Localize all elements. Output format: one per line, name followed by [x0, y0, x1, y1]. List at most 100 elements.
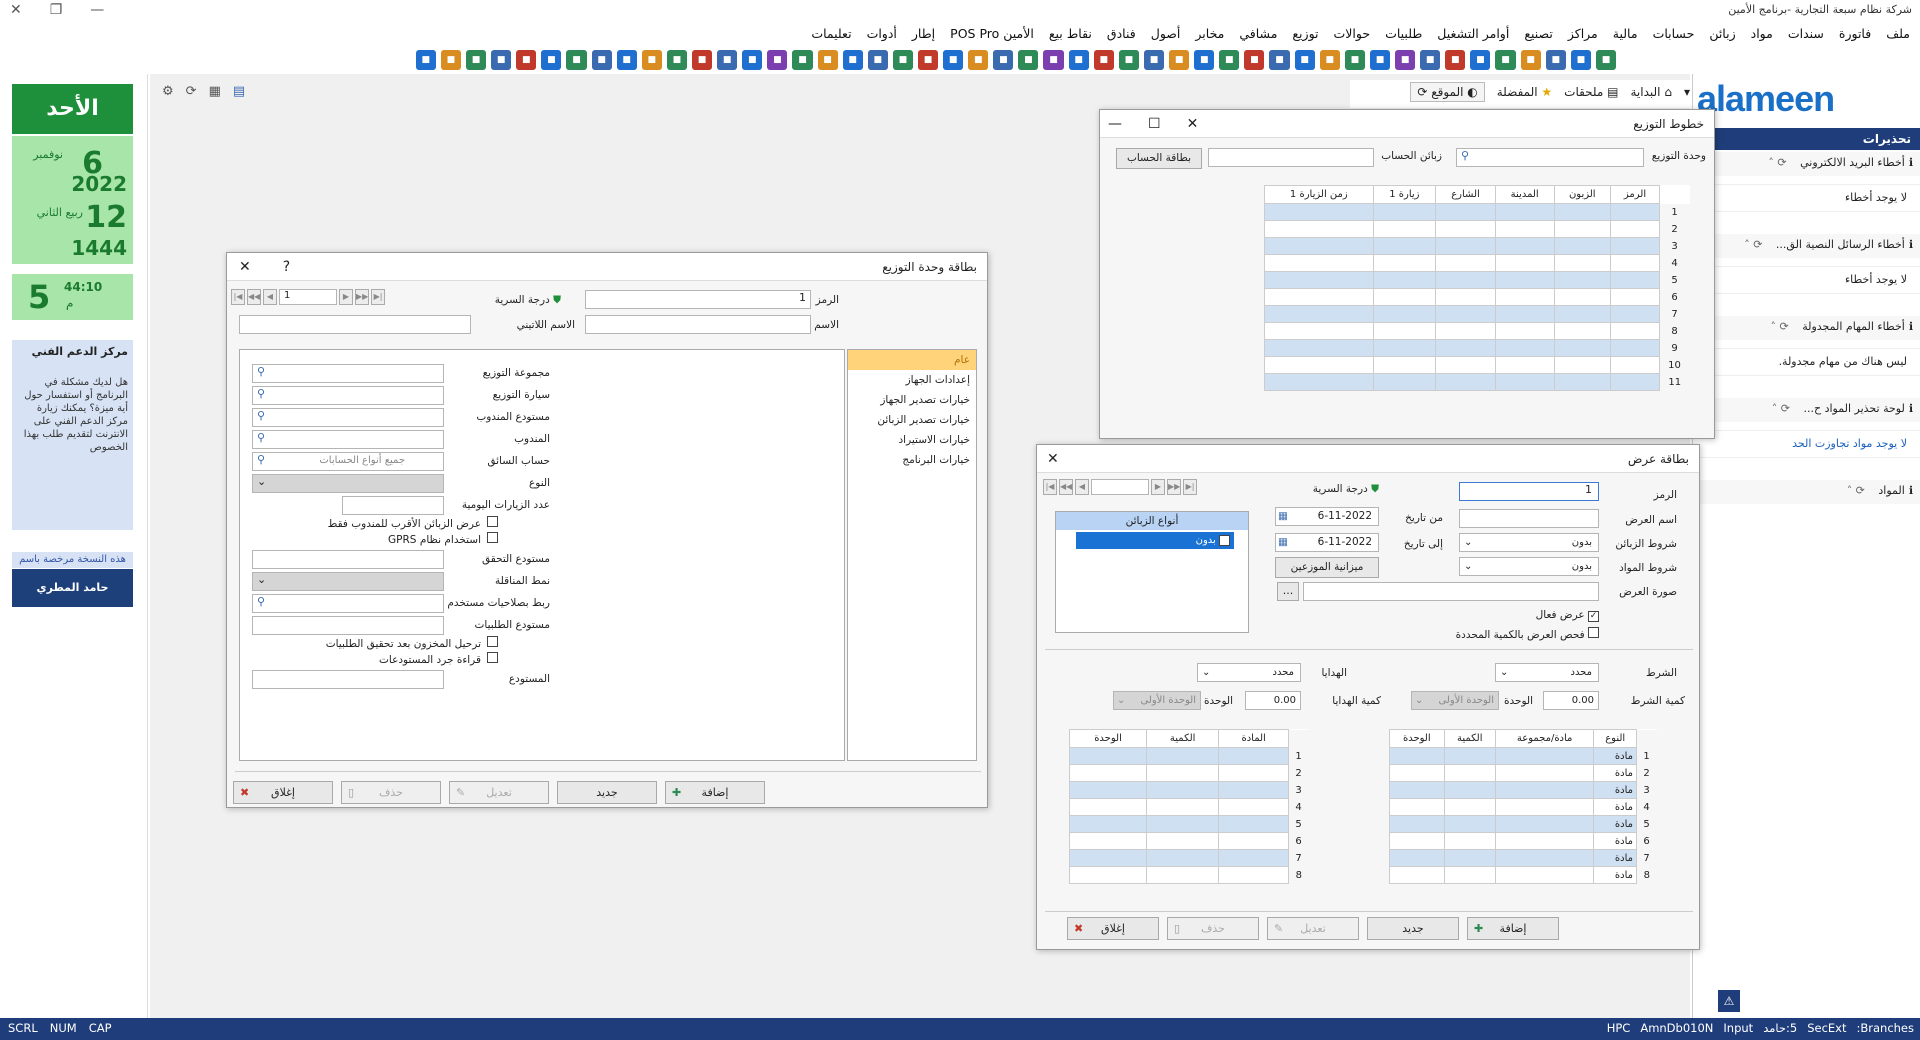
- grid-cell[interactable]: [1389, 747, 1445, 765]
- menu-item[interactable]: أصول: [1151, 26, 1181, 41]
- grid-cell[interactable]: [1146, 815, 1220, 833]
- grid-cell[interactable]: [1443, 764, 1496, 782]
- grid-cell[interactable]: [1494, 798, 1595, 816]
- grid-cell[interactable]: [1435, 220, 1496, 238]
- gifts-select[interactable]: محدد ⌄: [1197, 663, 1301, 682]
- prev-page-icon[interactable]: ◀◀: [1059, 479, 1073, 495]
- toolbar-tool-icon[interactable]: ■: [1520, 50, 1541, 70]
- menu-item[interactable]: أوامر التشغيل: [1437, 26, 1509, 41]
- side-item[interactable]: إعدادات الجهاز: [848, 370, 976, 390]
- toolbar-tool-icon[interactable]: ■: [465, 50, 487, 70]
- grid-cell[interactable]: [1609, 305, 1661, 323]
- table-row[interactable]: مادة 6: [1389, 832, 1657, 850]
- close-icon[interactable]: ✕: [1047, 445, 1059, 473]
- menu-item[interactable]: فاتورة: [1839, 26, 1871, 41]
- dropdown-icon[interactable]: ▾: [1684, 85, 1690, 99]
- grid-cell[interactable]: مادة: [1593, 764, 1637, 782]
- grid-cell[interactable]: [1372, 203, 1437, 221]
- maximize-icon[interactable]: ☐: [1148, 110, 1161, 138]
- checkbox-row[interactable]: عرض الزبائن الأقرب للمندوب فقط: [328, 516, 498, 530]
- grid-cell[interactable]: [1553, 373, 1611, 391]
- grid-cell[interactable]: [1069, 781, 1148, 799]
- grid-cell[interactable]: مادة: [1593, 747, 1637, 765]
- grid-cell[interactable]: [1494, 271, 1555, 289]
- grid-cell[interactable]: مادة: [1593, 798, 1637, 816]
- grid-cell[interactable]: [1609, 339, 1661, 357]
- customer-conditions-select[interactable]: بدون ⌄: [1459, 533, 1599, 552]
- grid-cell[interactable]: [1372, 373, 1437, 391]
- grid-cell[interactable]: [1389, 764, 1445, 782]
- grid-column-header[interactable]: مادة/مجموعة: [1494, 729, 1595, 748]
- close-icon[interactable]: ✕: [239, 253, 251, 281]
- grid-cell[interactable]: [1146, 747, 1220, 765]
- type-input[interactable]: ⌄: [252, 474, 444, 493]
- grid-cell[interactable]: [1372, 305, 1437, 323]
- grid-cell[interactable]: [1389, 849, 1445, 867]
- toolbar-tool-icon[interactable]: ■: [591, 50, 612, 70]
- toolbar-tool-icon[interactable]: ■: [1395, 50, 1416, 70]
- toolbar-tool-icon[interactable]: ■: [1545, 50, 1566, 70]
- grid-cell[interactable]: [1609, 288, 1661, 306]
- grid-cell[interactable]: [1609, 237, 1661, 255]
- table-row[interactable]: 9: [1264, 339, 1690, 357]
- help-icon[interactable]: ?: [283, 253, 290, 281]
- store-input[interactable]: [252, 670, 444, 689]
- grid-cell[interactable]: [1443, 866, 1496, 884]
- grid-cell[interactable]: [1372, 271, 1437, 289]
- grid-cell[interactable]: [1609, 373, 1661, 391]
- grid-cell[interactable]: [1372, 288, 1437, 306]
- grid-cell[interactable]: [1218, 815, 1289, 833]
- grid-cell[interactable]: [1389, 781, 1445, 799]
- close-button[interactable]: ✖ إغلاق: [1067, 917, 1159, 940]
- grid-cell[interactable]: [1494, 373, 1555, 391]
- grid-cell[interactable]: [1146, 781, 1220, 799]
- toolbar-tool-icon[interactable]: ■: [1269, 50, 1290, 70]
- grid-cell[interactable]: [1264, 305, 1374, 323]
- grid-cell[interactable]: [1389, 866, 1445, 884]
- grid-cell[interactable]: [1264, 288, 1374, 306]
- menu-item[interactable]: ملف: [1886, 26, 1910, 41]
- next-record-icon[interactable]: ▶: [339, 289, 353, 305]
- grid-cell[interactable]: [1069, 832, 1148, 850]
- menu-item[interactable]: مالية: [1613, 26, 1638, 41]
- toolbar-tool-icon[interactable]: ■: [1219, 50, 1240, 70]
- grid-cell[interactable]: [1389, 798, 1445, 816]
- menu-item[interactable]: مراكز: [1568, 26, 1598, 41]
- grid-cell[interactable]: [1553, 220, 1611, 238]
- checkbox-row[interactable]: ترحيل المخزون بعد تحقيق الطلبيات: [326, 636, 498, 650]
- grid-cell[interactable]: [1609, 220, 1661, 238]
- grid-view-icon[interactable]: ▦: [209, 84, 221, 99]
- add-button[interactable]: ✚ إضافة: [1467, 917, 1559, 940]
- offer-record-number-input[interactable]: [1091, 479, 1149, 495]
- grid-cell[interactable]: [1264, 254, 1374, 272]
- next-page-icon[interactable]: ▶▶: [1167, 479, 1181, 495]
- grid-cell[interactable]: مادة: [1593, 815, 1637, 833]
- table-row[interactable]: 1: [1264, 203, 1690, 221]
- grid-cell[interactable]: [1435, 254, 1496, 272]
- grid-cell[interactable]: [1069, 849, 1148, 867]
- grid-cell[interactable]: [1494, 203, 1555, 221]
- latin-name-input[interactable]: [239, 315, 471, 334]
- expand-icon[interactable]: ⟳ ˄: [1770, 320, 1792, 333]
- grid-cell[interactable]: [1553, 237, 1611, 255]
- grid-cell[interactable]: [1372, 339, 1437, 357]
- grid-cell[interactable]: [1494, 764, 1595, 782]
- grid-cell[interactable]: [1069, 798, 1148, 816]
- code-input[interactable]: 1: [585, 290, 811, 309]
- group-input[interactable]: ⚲: [252, 364, 444, 383]
- table-row[interactable]: 3: [1264, 237, 1690, 255]
- customer-type-item[interactable]: بدون: [1076, 532, 1234, 549]
- toolbar-tool-icon[interactable]: ■: [1043, 50, 1064, 70]
- tab-site[interactable]: ◐ الموقع ⟳: [1410, 82, 1485, 102]
- grid-cell[interactable]: [1494, 849, 1595, 867]
- menu-item[interactable]: الأمين POS Pro: [950, 26, 1034, 41]
- customer-type-checkbox[interactable]: [1219, 534, 1230, 546]
- grid-cell[interactable]: [1146, 866, 1220, 884]
- menu-item[interactable]: زبائن: [1709, 26, 1735, 41]
- menu-item[interactable]: مخابر: [1195, 26, 1224, 41]
- menu-item[interactable]: تعليمات: [811, 26, 851, 41]
- grid-cell[interactable]: [1553, 356, 1611, 374]
- checkbox-row[interactable]: استخدام نظام GPRS: [388, 532, 498, 546]
- table-row[interactable]: مادة 1: [1389, 747, 1657, 765]
- table-row[interactable]: 4: [1069, 798, 1309, 816]
